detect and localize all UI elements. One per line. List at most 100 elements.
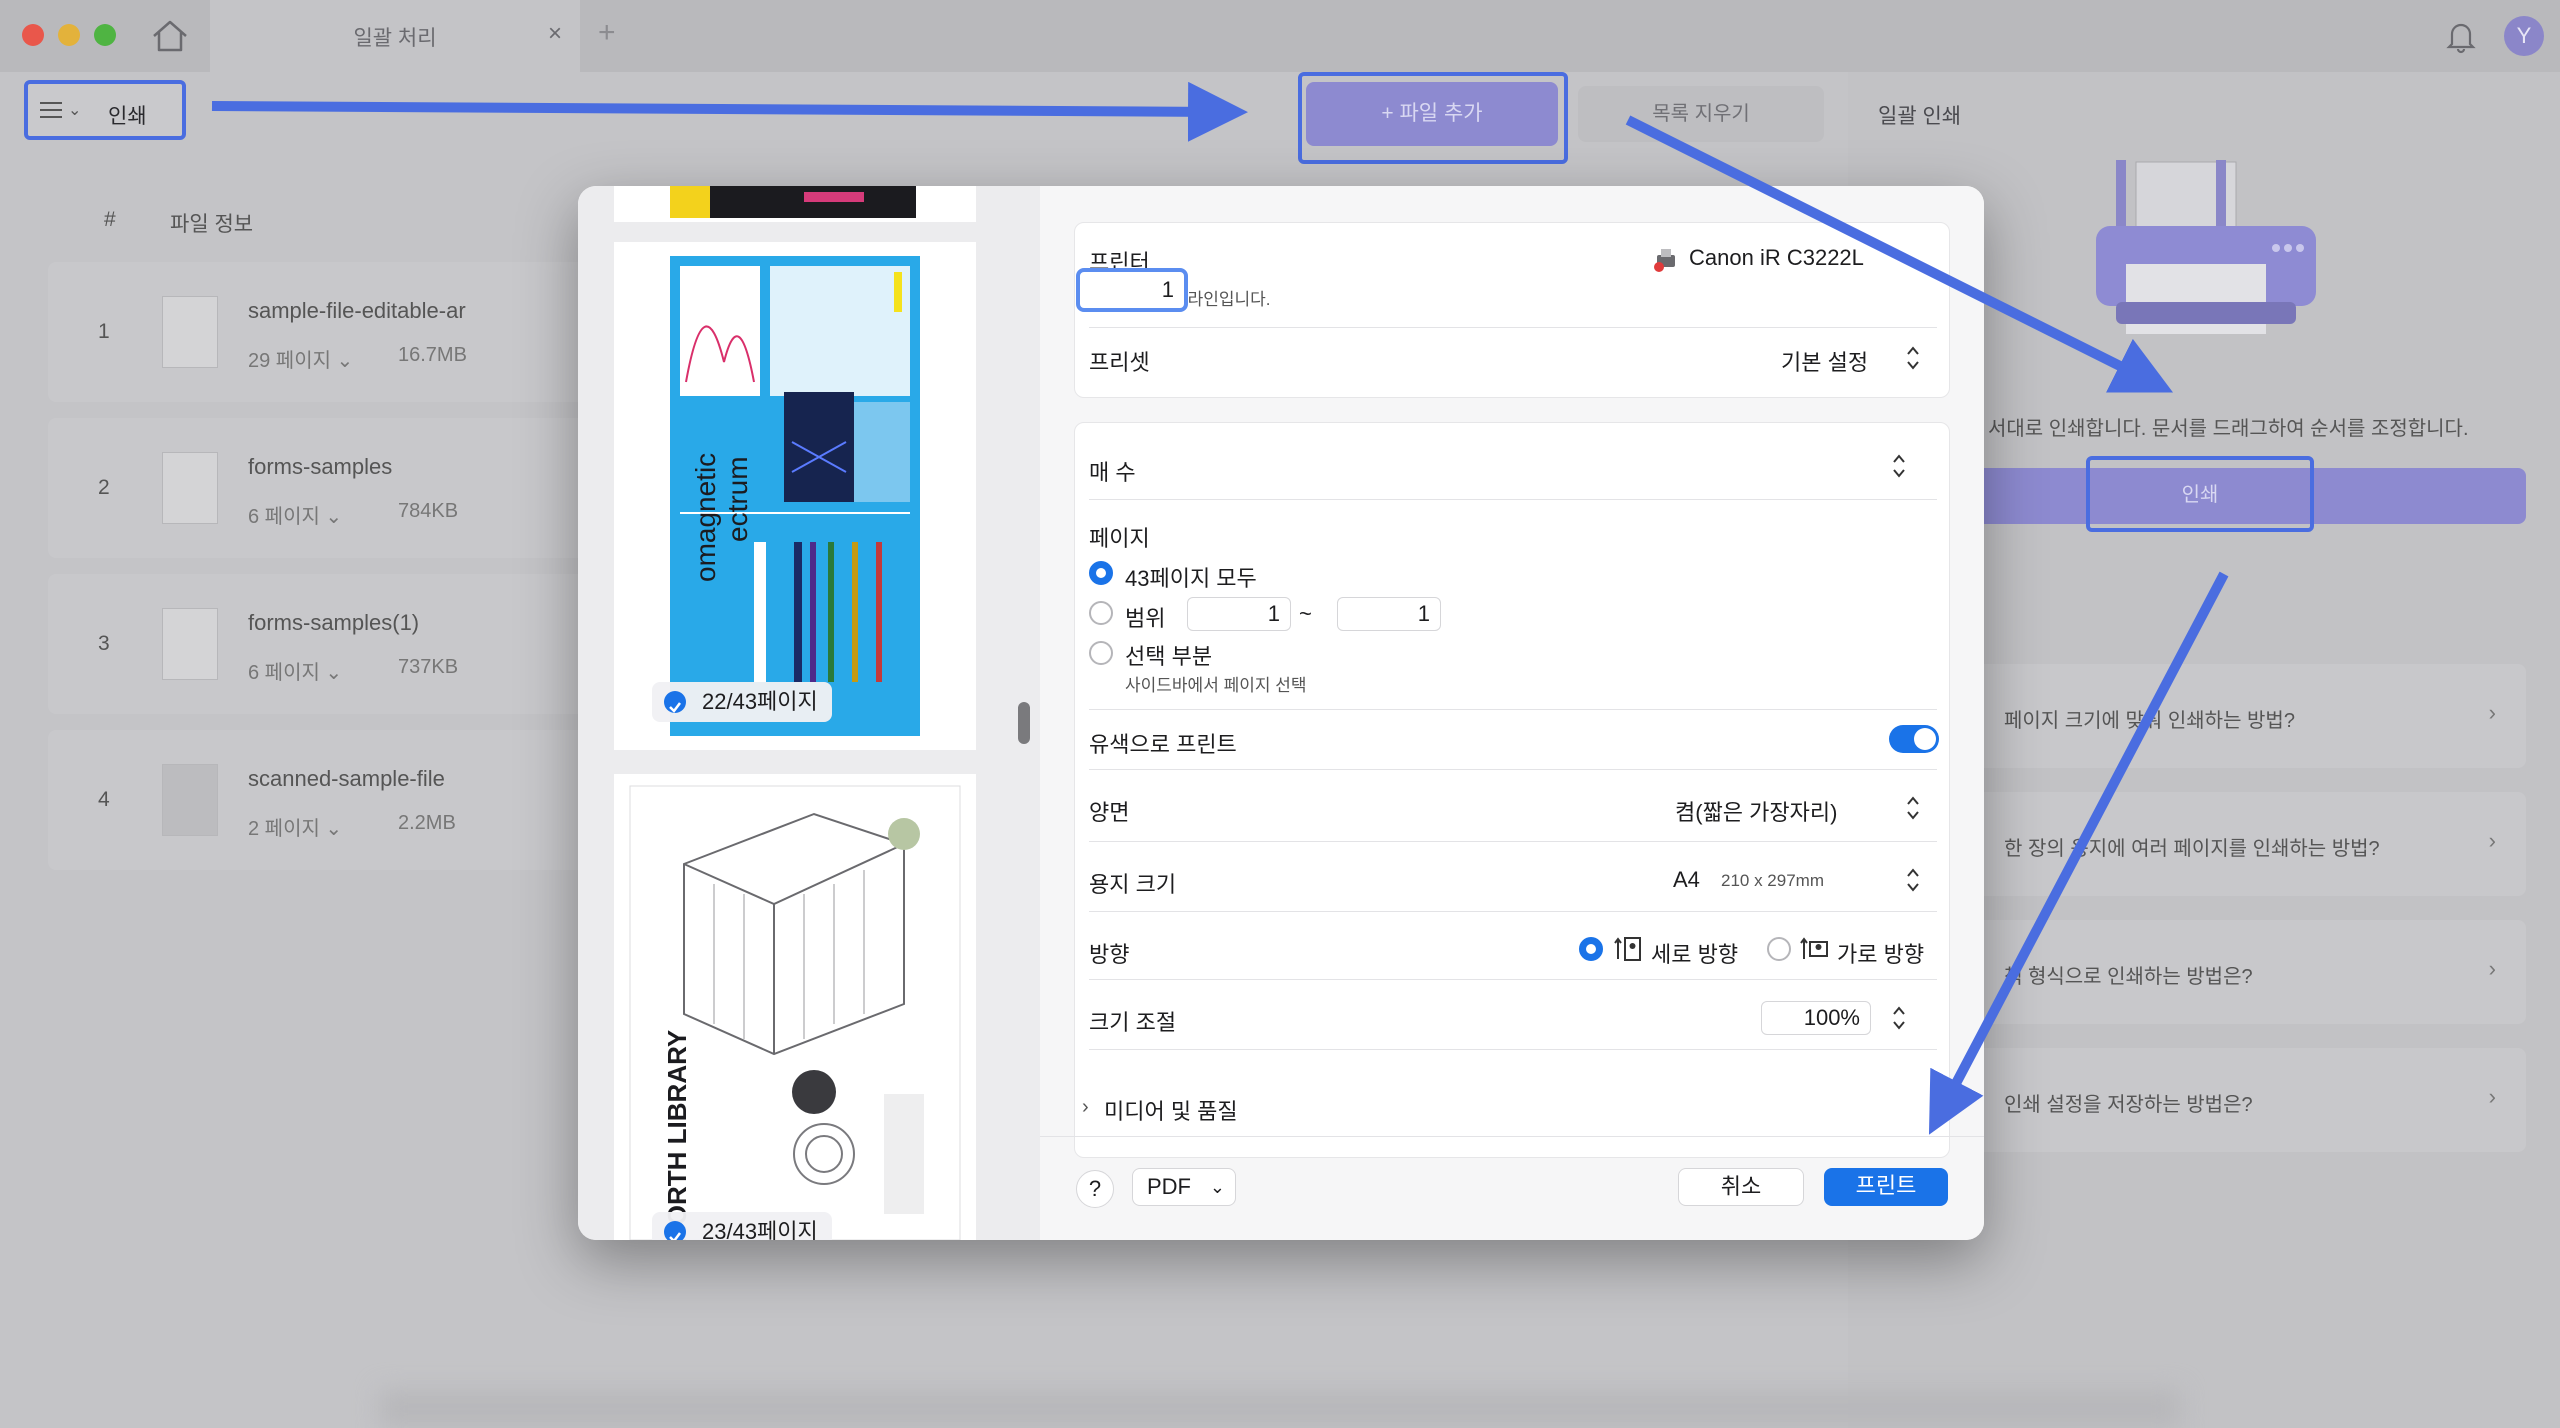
pages-range-radio[interactable] (1089, 601, 1113, 625)
select-stepper-icon[interactable] (1905, 793, 1921, 823)
pdf-menu-button[interactable]: PDF ⌄ (1132, 1168, 1236, 1206)
tab-close-icon[interactable]: × (548, 20, 562, 48)
help-button[interactable]: ? (1076, 1170, 1114, 1208)
print-options-group: 매 수 페이지 43페이지 모두 범위 1 ~ 1 선택 부분 사이드바에서 페… (1074, 422, 1950, 1158)
close-window-button[interactable] (22, 24, 44, 46)
file-size: 784KB (398, 500, 459, 522)
file-thumbnail (162, 452, 218, 524)
bell-icon[interactable] (2444, 18, 2478, 54)
faq-item[interactable]: 한 장의 용지에 여러 페이지를 인쇄하는 방법? › (1968, 792, 2526, 896)
zoom-window-button[interactable] (94, 24, 116, 46)
copies-label: 매 수 (1089, 460, 1136, 485)
page-preview-thumbnail[interactable]: omagnetic ectrum (614, 242, 976, 750)
faq-label: 한 장의 용지에 여러 페이지를 인쇄하는 방법? (2004, 838, 2380, 860)
page-count-dropdown[interactable]: 6 페이지 ⌄ (248, 656, 342, 685)
copies-stepper[interactable] (1891, 451, 1907, 481)
chevron-right-icon: › (2488, 700, 2496, 725)
file-name: forms-samples(1) (248, 610, 420, 635)
faq-item[interactable]: 책 형식으로 인쇄하는 방법은? › (1968, 920, 2526, 1024)
printer-group: 프린터 프린터가 오프라인입니다. Canon iR C3222L 프리셋 기본… (1074, 222, 1950, 398)
print-dialog: omagnetic ectrum 22/43페이지 NORTH LIBRARY (578, 186, 1984, 1240)
cancel-button[interactable]: 취소 (1678, 1168, 1804, 1206)
file-number: 2 (98, 476, 110, 499)
file-row[interactable]: 2 forms-samples 6 페이지 ⌄ 784KB (48, 418, 588, 558)
faq-label: 페이지 크기에 맞춰 인쇄하는 방법? (2004, 710, 2295, 732)
range-from-input[interactable]: 1 (1187, 597, 1291, 631)
page-preview-sidebar[interactable]: omagnetic ectrum 22/43페이지 NORTH LIBRARY (578, 186, 1040, 1240)
page-count-dropdown[interactable]: 29 페이지 ⌄ (248, 344, 353, 373)
toggle-knob (1914, 728, 1936, 750)
landscape-icon (1800, 937, 1828, 959)
page-count-dropdown[interactable]: 2 페이지 ⌄ (248, 812, 342, 841)
copies-input[interactable]: 1 (1076, 268, 1188, 312)
page-preview-image (670, 256, 920, 736)
panel-title: 일괄 인쇄 (1878, 105, 1962, 128)
sidebar-scrollbar[interactable] (1018, 702, 1030, 744)
column-info-header: 파일 정보 (170, 213, 254, 236)
divider (1089, 499, 1937, 500)
file-size: 16.7MB (398, 344, 467, 366)
media-quality-disclosure[interactable]: 미디어 및 품질 (1104, 1094, 1238, 1126)
faq-item[interactable]: 페이지 크기에 맞춰 인쇄하는 방법? › (1968, 664, 2526, 768)
file-number: 3 (98, 632, 110, 655)
page-selected-badge[interactable]: 23/43페이지 (652, 1212, 832, 1240)
file-row[interactable]: 4 scanned-sample-file 2 페이지 ⌄ 2.2MB (48, 730, 588, 870)
faq-label: 책 형식으로 인쇄하는 방법은? (2004, 966, 2253, 988)
avatar[interactable]: Y (2504, 16, 2544, 56)
file-row[interactable]: 3 forms-samples(1) 6 페이지 ⌄ 737KB (48, 574, 588, 714)
preset-select[interactable]: 기본 설정 (1781, 345, 1868, 377)
file-name: sample-file-editable-ar (248, 298, 466, 323)
new-tab-icon[interactable]: + (598, 16, 616, 50)
chevron-down-icon: ⌄ (68, 102, 82, 119)
select-stepper-icon[interactable] (1905, 865, 1921, 895)
faq-item[interactable]: 인쇄 설정을 저장하는 방법은? › (1968, 1048, 2526, 1152)
color-print-toggle[interactable] (1889, 725, 1939, 753)
file-number: 1 (98, 320, 110, 343)
print-settings-pane: 프린터 프린터가 오프라인입니다. Canon iR C3222L 프리셋 기본… (1040, 186, 1984, 1240)
print-button[interactable]: 프린트 (1824, 1168, 1948, 1206)
chevron-right-icon[interactable]: › (1082, 1096, 1089, 1119)
minimize-window-button[interactable] (58, 24, 80, 46)
divider (1089, 709, 1937, 710)
duplex-select[interactable]: 켬(짧은 가장자리) (1675, 795, 1837, 827)
tab-batch[interactable]: 일괄 처리 × (210, 0, 580, 72)
add-file-button[interactable]: + 파일 추가 (1306, 82, 1558, 146)
pages-all-radio[interactable] (1089, 561, 1113, 585)
divider (1089, 911, 1937, 912)
file-row[interactable]: 1 sample-file-editable-ar 29 페이지 ⌄ 16.7M… (48, 262, 588, 402)
home-icon[interactable] (150, 18, 190, 54)
preview-page-text: ectrum (722, 456, 753, 542)
duplex-label: 양면 (1089, 800, 1130, 825)
page-selected-badge[interactable]: 22/43페이지 (652, 682, 832, 722)
page-preview-thumbnail[interactable] (614, 186, 976, 222)
scale-input[interactable]: 100% (1761, 1001, 1871, 1035)
page-preview-image (670, 186, 916, 218)
page-count-dropdown[interactable]: 6 페이지 ⌄ (248, 500, 342, 529)
range-separator: ~ (1299, 601, 1312, 626)
printer-select[interactable]: Canon iR C3222L (1689, 245, 1864, 271)
preview-page-text: omagnetic (690, 452, 721, 582)
file-thumbnail (162, 608, 218, 680)
range-to-input[interactable]: 1 (1337, 597, 1441, 631)
chevron-right-icon: › (2488, 956, 2496, 981)
chevron-right-icon: › (2488, 828, 2496, 853)
file-size: 737KB (398, 656, 459, 678)
paper-size-label: 용지 크기 (1089, 872, 1177, 897)
orientation-portrait-radio[interactable] (1579, 937, 1603, 961)
chevron-down-icon: ⌄ (1209, 1177, 1225, 1197)
pdf-label: PDF (1147, 1174, 1191, 1199)
orientation-label: 방향 (1089, 942, 1130, 967)
color-print-label: 유색으로 프린트 (1089, 732, 1237, 757)
checkmark-icon (664, 691, 686, 713)
orientation-landscape-radio[interactable] (1767, 937, 1791, 961)
paper-size-select[interactable]: A4 (1673, 867, 1700, 893)
divider (1040, 1136, 1984, 1137)
file-number: 4 (98, 788, 110, 811)
mode-menu-button[interactable]: ⌄ 인쇄 (24, 80, 186, 140)
pages-selection-radio[interactable] (1089, 641, 1113, 665)
select-stepper-icon[interactable] (1905, 343, 1921, 373)
scale-stepper[interactable] (1891, 1003, 1907, 1033)
page-preview-thumbnail[interactable]: NORTH LIBRARY (614, 774, 976, 1240)
clear-list-button[interactable]: 목록 지우기 (1578, 86, 1824, 142)
panel-description: 서대로 인쇄합니다. 문서를 드래그하여 순서를 조정합니다. (1988, 418, 2469, 440)
